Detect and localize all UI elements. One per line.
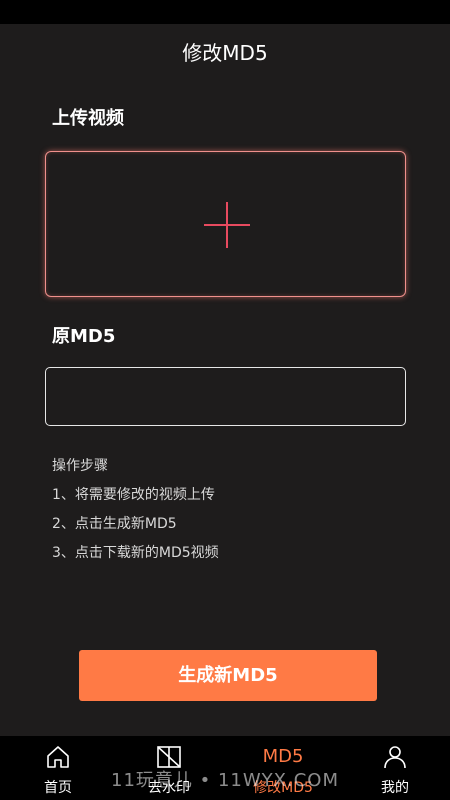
steps-title: 操作步骤 <box>52 458 108 474</box>
step-item: 1、将需要修改的视频上传 <box>52 487 215 503</box>
status-bar <box>0 0 450 24</box>
upload-video-area[interactable] <box>45 151 406 297</box>
md5-section-label: 原MD5 <box>52 326 116 347</box>
steps-list: 操作步骤 1、将需要修改的视频上传 2、点击生成新MD5 3、点击下载新的MD5… <box>52 456 219 572</box>
page-title: 修改MD5 <box>182 41 268 65</box>
site-watermark: 11玩意儿 • 11WYX.COM <box>111 770 339 791</box>
upload-section-label: 上传视频 <box>52 108 124 129</box>
original-md5-field[interactable] <box>45 367 406 426</box>
screen: 修改MD5 上传视频 原MD5 操作步骤 1、将需要修改的视频上传 2、点击生成… <box>0 24 450 736</box>
step-item: 3、点击下载新的MD5视频 <box>52 545 219 561</box>
generate-new-md5-button[interactable]: 生成新MD5 <box>79 650 377 701</box>
md5-text-icon: MD5 <box>262 746 304 767</box>
step-item: 2、点击生成新MD5 <box>52 516 177 532</box>
plus-icon <box>204 202 250 248</box>
